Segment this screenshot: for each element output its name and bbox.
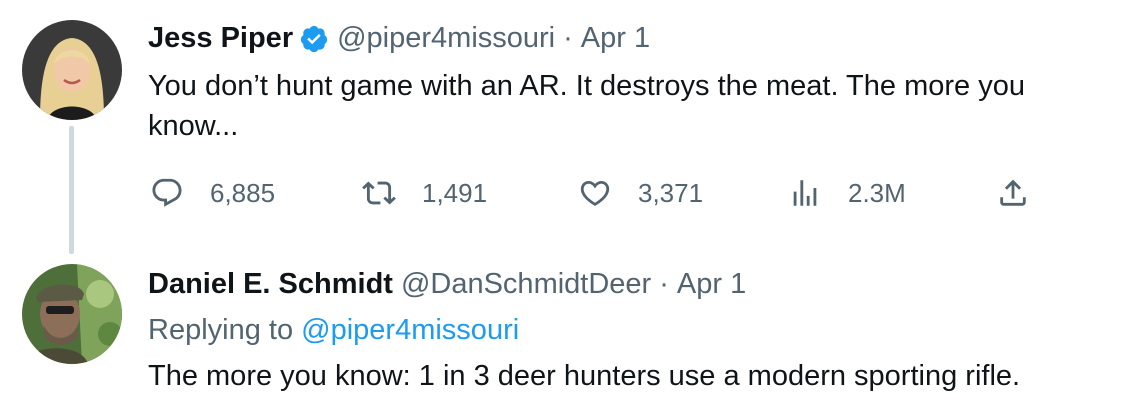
user-handle[interactable]: @DanSchmidtDeer <box>401 268 651 301</box>
tweet-date[interactable]: Apr 1 <box>677 268 746 301</box>
views-count: 2.3M <box>848 177 906 208</box>
tweet-action-bar: 6,885 1,491 3,371 2.3M <box>150 176 1050 216</box>
avatar-daniel-schmidt[interactable] <box>22 264 122 364</box>
tweet-text: You don’t hunt game with an AR. It destr… <box>148 66 1025 146</box>
like-count: 3,371 <box>638 177 704 208</box>
tweet-text-line-1: You don’t hunt game with an AR. It destr… <box>148 70 1025 102</box>
views-button[interactable]: 2.3M <box>788 176 906 210</box>
header-separator: · <box>659 268 669 300</box>
avatar-jess-piper[interactable] <box>22 20 122 120</box>
reply-icon <box>152 178 182 207</box>
header-separator: · <box>563 22 573 54</box>
verified-badge-icon[interactable] <box>299 24 329 54</box>
tweet-text-line-2: know... <box>148 110 239 142</box>
retweet-count: 1,491 <box>422 177 488 208</box>
reply-button[interactable]: 6,885 <box>150 176 275 210</box>
replying-to: Replying to @piper4missouri <box>148 314 519 347</box>
display-name[interactable]: Daniel E. Schmidt <box>148 268 393 301</box>
tweet-original[interactable]: Jess Piper @piper4missouri · Apr 1 You d… <box>0 0 1145 240</box>
retweet-button[interactable]: 1,491 <box>362 176 487 210</box>
share-icon <box>1000 179 1026 206</box>
heart-icon <box>580 180 610 206</box>
retweet-icon <box>362 181 396 205</box>
share-button[interactable] <box>996 176 1030 210</box>
tweet-header: Jess Piper @piper4missouri · Apr 1 <box>148 22 650 55</box>
reply-text: The more you know: 1 in 3 deer hunters u… <box>148 360 1021 392</box>
like-button[interactable]: 3,371 <box>578 176 703 210</box>
replying-to-label: Replying to <box>148 314 294 346</box>
tweet-reply[interactable]: Daniel E. Schmidt @DanSchmidtDeer · Apr … <box>0 258 1145 400</box>
reply-count: 6,885 <box>210 177 276 208</box>
reply-header: Daniel E. Schmidt @DanSchmidtDeer · Apr … <box>148 268 746 301</box>
views-chart-icon <box>793 180 817 206</box>
user-handle[interactable]: @piper4missouri <box>337 22 555 55</box>
tweet-date[interactable]: Apr 1 <box>581 22 650 55</box>
replying-to-handle-link[interactable]: @piper4missouri <box>301 314 519 346</box>
display-name[interactable]: Jess Piper <box>148 22 293 55</box>
